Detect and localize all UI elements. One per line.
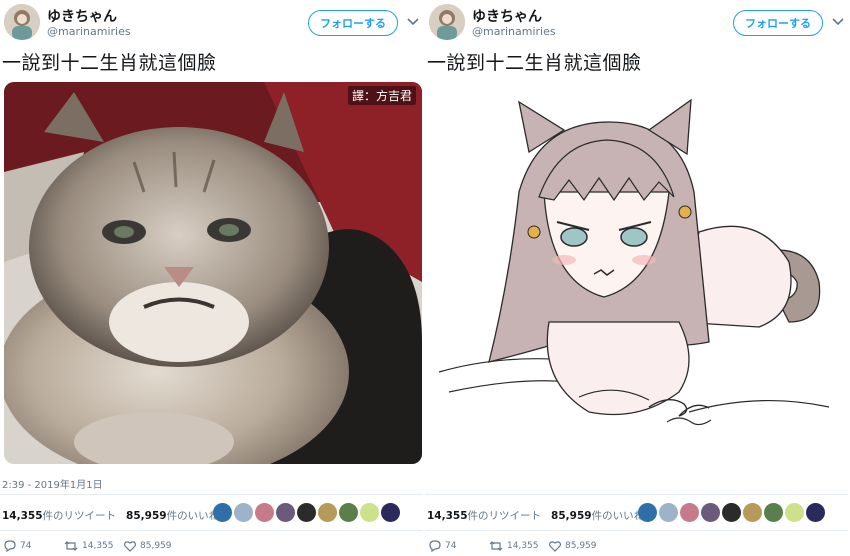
divider (425, 494, 848, 495)
user-handle[interactable]: @marinamiries (47, 25, 131, 38)
tweet-card-left: ゆきちゃん @marinamiries フォローする 一說到十二生肖就這個臉 譯… (0, 0, 425, 556)
retweet-button[interactable]: 14,355 (64, 540, 114, 552)
tweet-stats: 14,355件のリツイート 85,959件のいいね (427, 508, 644, 523)
display-name[interactable]: ゆきちゃん (472, 6, 542, 26)
avatar[interactable] (429, 4, 465, 40)
heart-icon (124, 541, 136, 552)
reply-count: 74 (445, 541, 457, 551)
retweet-action-count: 14,355 (507, 541, 539, 551)
divider (0, 530, 423, 531)
reply-icon (4, 540, 16, 552)
liker-avatar[interactable] (318, 503, 337, 522)
liker-avatar[interactable] (381, 503, 400, 522)
liker-avatar[interactable] (722, 503, 741, 522)
like-label: 件のいいね (591, 510, 645, 522)
retweet-label: 件のリツイート (467, 510, 542, 522)
tweet-photo-illustration[interactable] (429, 82, 847, 464)
reply-button[interactable]: 74 (4, 540, 31, 552)
like-action-count: 85,959 (140, 541, 172, 551)
liker-avatar[interactable] (255, 503, 274, 522)
retweet-icon (64, 541, 78, 551)
reply-button[interactable]: 74 (429, 540, 456, 552)
tweet-timestamp[interactable]: 2:39 - 2019年1月1日 (2, 476, 103, 491)
display-name[interactable]: ゆきちゃん (47, 6, 117, 26)
follow-button[interactable]: フォローする (308, 10, 398, 36)
liker-avatar[interactable] (659, 503, 678, 522)
liker-avatar[interactable] (764, 503, 783, 522)
liker-avatar[interactable] (276, 503, 295, 522)
chevron-down-icon[interactable] (406, 14, 420, 28)
tweet-stats: 14,355件のリツイート 85,959件のいいね (2, 508, 219, 523)
divider (425, 530, 848, 531)
tweet-text: 一說到十二生肖就這個臉 (427, 52, 642, 74)
liker-avatar[interactable] (680, 503, 699, 522)
liker-avatar[interactable] (297, 503, 316, 522)
tweet-header: ゆきちゃん @marinamiries フォローする (427, 2, 847, 42)
retweet-label: 件のリツイート (42, 510, 117, 522)
liker-avatar[interactable] (743, 503, 762, 522)
like-action-count: 85,959 (565, 541, 597, 551)
tweet-comparison: ゆきちゃん @marinamiries フォローする 一說到十二生肖就這個臉 譯… (0, 0, 850, 556)
liker-avatar[interactable] (785, 503, 804, 522)
retweet-action-count: 14,355 (82, 541, 114, 551)
follow-button[interactable]: フォローする (733, 10, 823, 36)
liker-avatar[interactable] (234, 503, 253, 522)
heart-icon (549, 541, 561, 552)
liker-avatar[interactable] (701, 503, 720, 522)
user-handle[interactable]: @marinamiries (472, 25, 556, 38)
reply-count: 74 (20, 541, 32, 551)
avatar[interactable] (4, 4, 40, 40)
liker-avatar[interactable] (638, 503, 657, 522)
retweet-count[interactable]: 14,355 (2, 510, 43, 522)
tweet-actions: 74 14,355 85,959 (4, 540, 204, 556)
like-button[interactable]: 85,959 (124, 540, 172, 552)
like-count[interactable]: 85,959 (551, 510, 592, 522)
tweet-card-right: ゆきちゃん @marinamiries フォローする 一說到十二生肖就這個臉 1… (425, 0, 850, 556)
like-count[interactable]: 85,959 (126, 510, 167, 522)
tweet-text: 一說到十二生肖就這個臉 (2, 52, 217, 74)
translator-credit: 譯：方吉君 (347, 86, 416, 105)
retweet-icon (489, 541, 503, 551)
liker-avatar[interactable] (213, 503, 232, 522)
liker-avatar[interactable] (806, 503, 825, 522)
liker-avatars (213, 503, 400, 523)
tweet-actions: 74 14,355 85,959 (429, 540, 629, 556)
tweet-header: ゆきちゃん @marinamiries フォローする (2, 2, 422, 42)
chevron-down-icon[interactable] (831, 14, 845, 28)
liker-avatars (638, 503, 825, 523)
liker-avatar[interactable] (339, 503, 358, 522)
retweet-count[interactable]: 14,355 (427, 510, 468, 522)
retweet-button[interactable]: 14,355 (489, 540, 539, 552)
tweet-photo-cat[interactable]: 譯：方吉君 (4, 82, 422, 464)
like-label: 件のいいね (166, 510, 220, 522)
like-button[interactable]: 85,959 (549, 540, 597, 552)
divider (0, 494, 423, 495)
reply-icon (429, 540, 441, 552)
liker-avatar[interactable] (360, 503, 379, 522)
